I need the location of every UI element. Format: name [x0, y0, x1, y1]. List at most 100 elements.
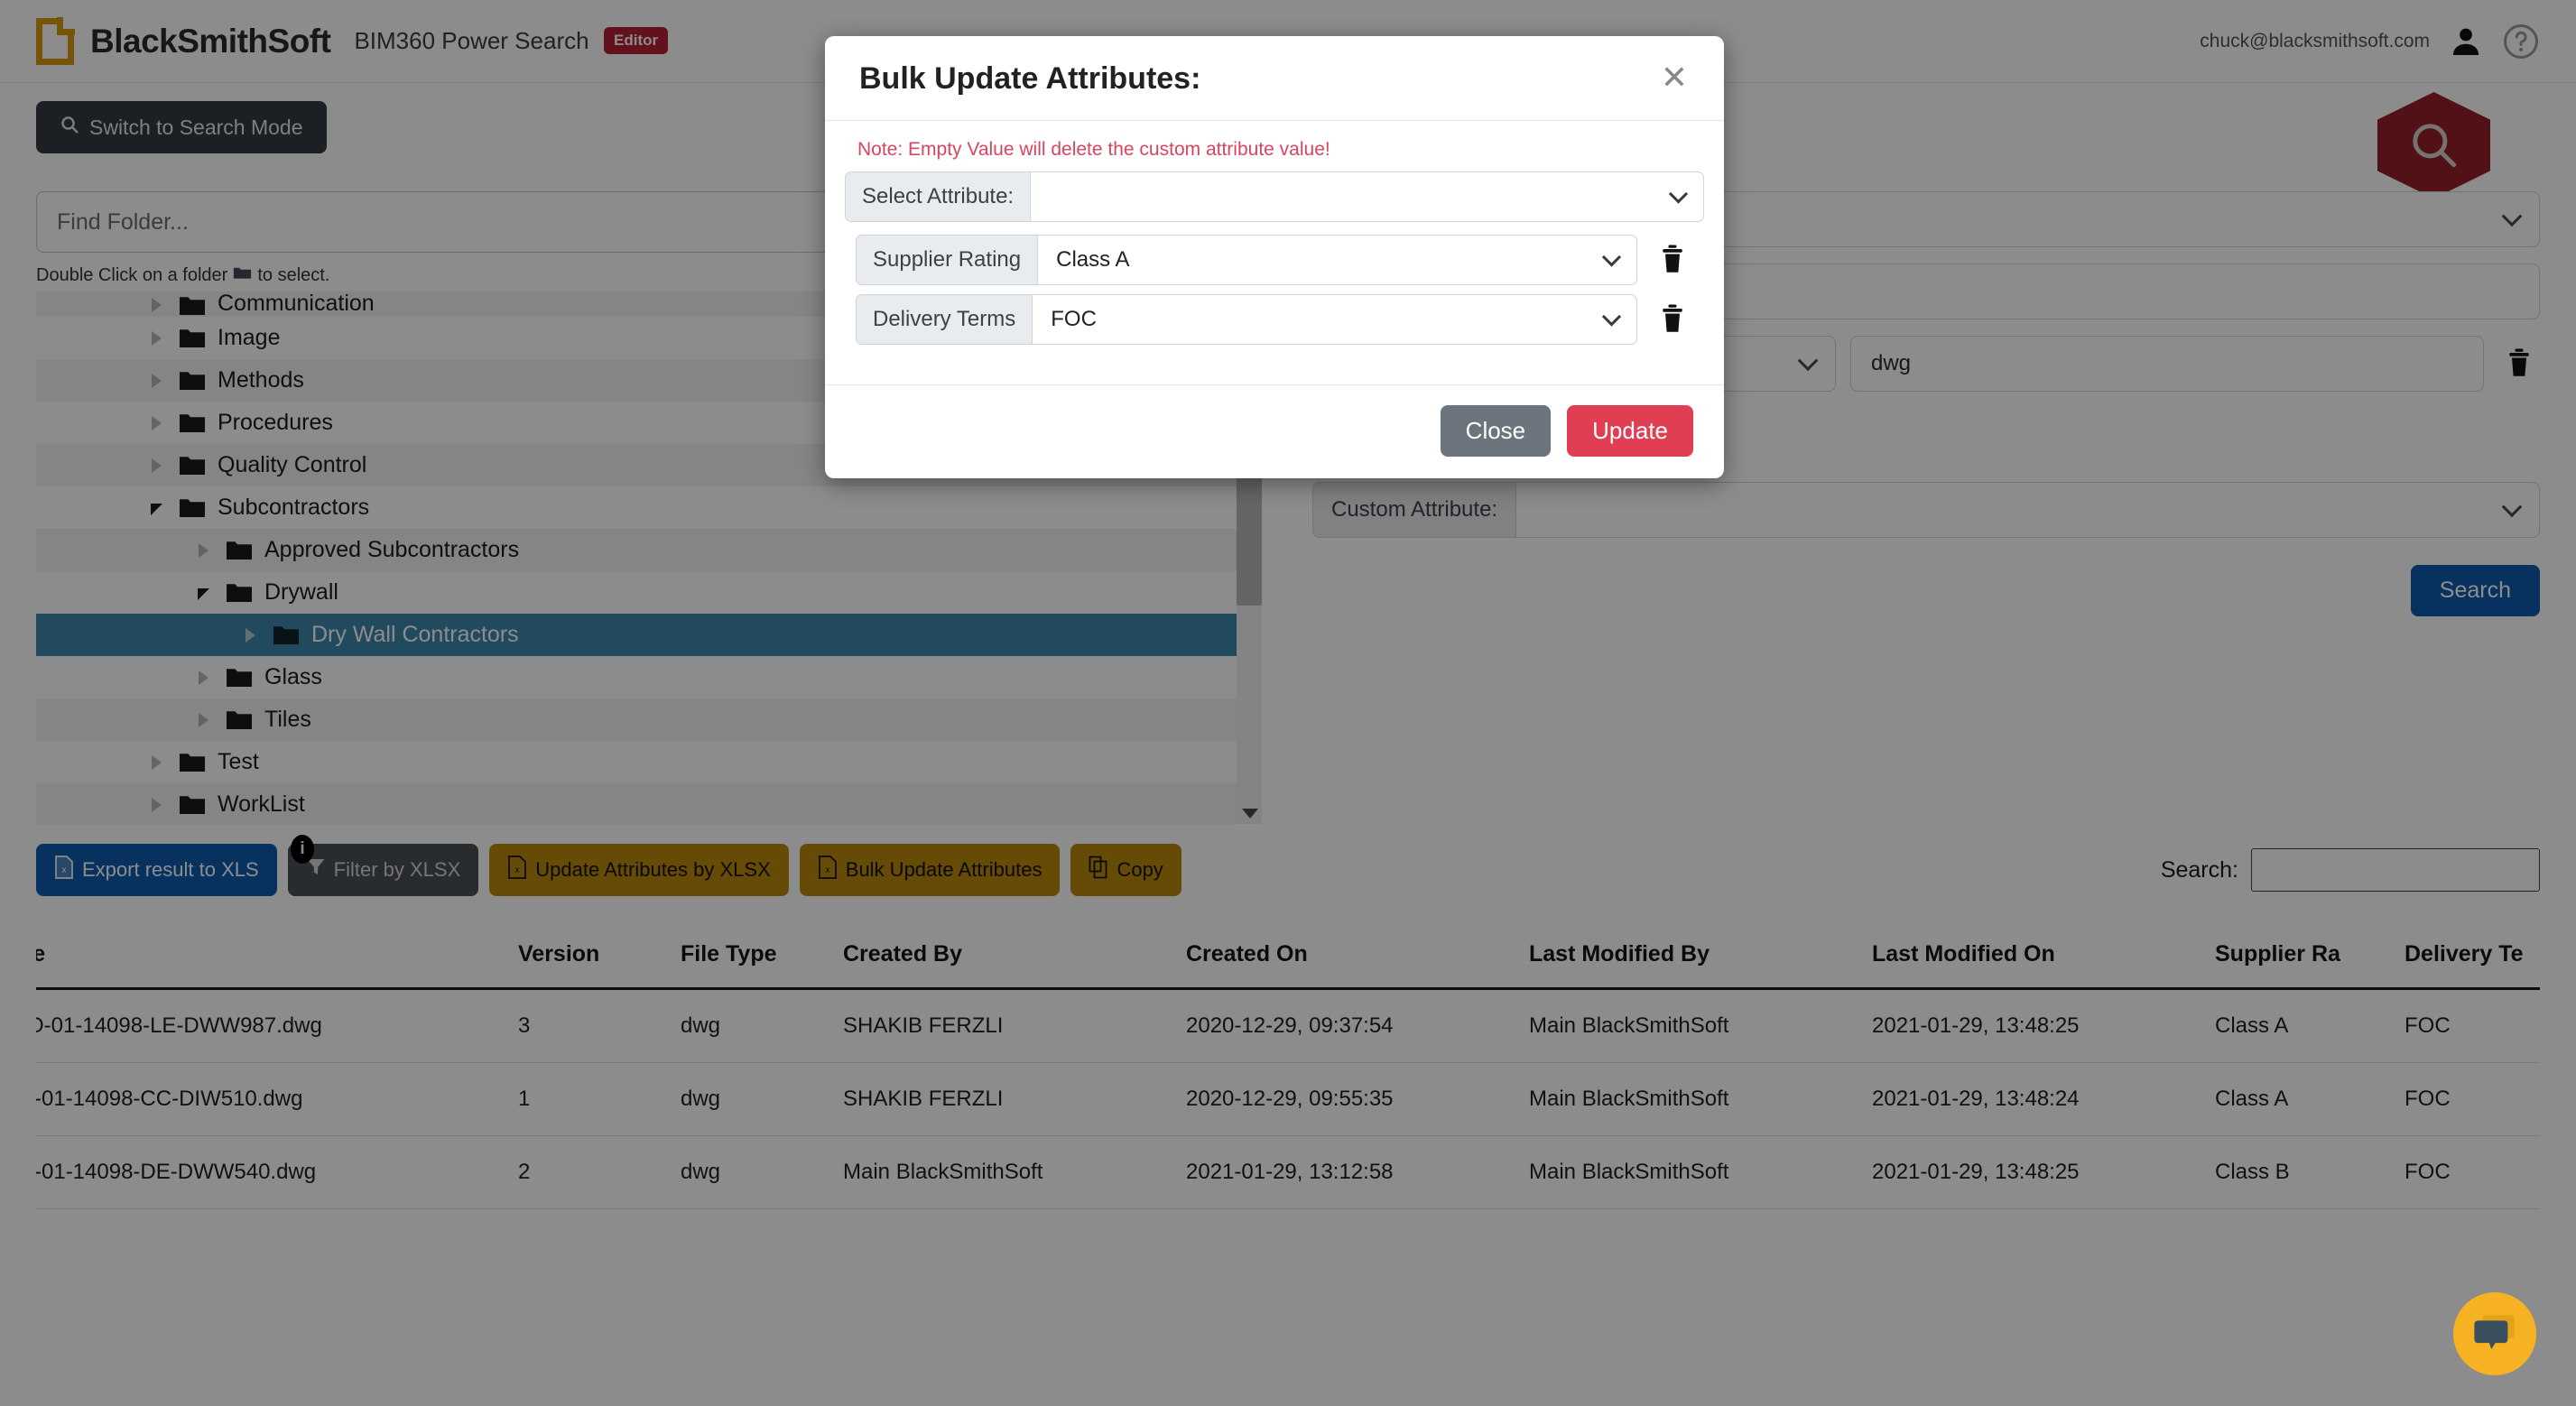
table-header-cell[interactable]: Last Modified By: [1516, 932, 1859, 989]
excel-file-icon: x: [54, 856, 74, 884]
tree-item-dry-wall-contractors[interactable]: Dry Wall Contractors: [36, 614, 1246, 656]
caret-expanded-icon[interactable]: [191, 581, 215, 605]
condition-value-input[interactable]: [1850, 336, 2484, 392]
select-attribute-group[interactable]: Select Attribute:: [845, 171, 1704, 222]
close-icon[interactable]: ✕: [1659, 61, 1690, 94]
table-row[interactable]: /C-01-14098-DE-DWW540.dwg2dwgMain BlackS…: [36, 1136, 2540, 1209]
table-header-row: meVersionFile TypeCreated ByCreated OnLa…: [36, 932, 2540, 989]
folder-icon: [179, 295, 206, 317]
switch-to-search-mode-button[interactable]: Switch to Search Mode: [36, 101, 327, 153]
caret-collapsed-icon[interactable]: [144, 412, 168, 435]
caret-collapsed-icon[interactable]: [144, 751, 168, 774]
attribute-input-group[interactable]: Supplier RatingClass A: [856, 235, 1637, 285]
table-cell-modified-by: Main BlackSmithSoft: [1516, 989, 1859, 1063]
table-header-cell[interactable]: me: [36, 932, 505, 989]
caret-collapsed-icon[interactable]: [144, 369, 168, 393]
chevron-down-icon[interactable]: [1242, 809, 1258, 819]
caret-collapsed-icon[interactable]: [191, 708, 215, 732]
folder-icon: [179, 752, 206, 773]
table-cell-created-on: 2021-01-29, 13:12:58: [1173, 1136, 1516, 1209]
table-header-cell[interactable]: Last Modified On: [1859, 932, 2202, 989]
caret-collapsed-icon[interactable]: [238, 624, 262, 647]
help-icon[interactable]: [2502, 23, 2540, 60]
table-row[interactable]: PO-01-14098-LE-DWW987.dwg3dwgSHAKIB FERZ…: [36, 989, 2540, 1063]
user-avatar-icon[interactable]: [2450, 25, 2482, 58]
delete-condition-button[interactable]: [2498, 343, 2540, 384]
attribute-value-select[interactable]: Class A: [1037, 235, 1637, 285]
caret-collapsed-icon[interactable]: [144, 793, 168, 817]
svg-text:x: x: [515, 865, 520, 875]
table-cell-version: 3: [505, 989, 668, 1063]
update-attributes-by-xlsx-button[interactable]: x Update Attributes by XLSX: [489, 844, 789, 896]
caret-collapsed-icon[interactable]: [191, 666, 215, 689]
custom-attribute-select[interactable]: [1515, 482, 2540, 538]
table-cell-created-by: SHAKIB FERZLI: [830, 989, 1173, 1063]
tree-item-approved-subcontractors[interactable]: Approved Subcontractors: [36, 529, 1246, 571]
caret-collapsed-icon[interactable]: [144, 327, 168, 350]
table-cell-modified-on: 2021-01-29, 13:48:25: [1859, 989, 2202, 1063]
attribute-value-select[interactable]: FOC: [1032, 294, 1637, 345]
svg-text:x: x: [825, 865, 829, 875]
search-icon: [60, 115, 79, 140]
trash-icon: [1659, 244, 1686, 277]
attribute-row: Delivery TermsFOC: [856, 294, 1693, 345]
tree-item-tiles[interactable]: Tiles: [36, 698, 1246, 741]
info-badge[interactable]: i: [291, 835, 314, 864]
tree-item-drywall[interactable]: Drywall: [36, 571, 1246, 614]
tree-item-label: Subcontractors: [218, 495, 369, 521]
app-title: BIM360 Power Search: [354, 27, 588, 54]
bulk-update-attributes-label: Bulk Update Attributes: [846, 858, 1042, 882]
delete-attribute-button[interactable]: [1652, 239, 1693, 281]
table-header-cell[interactable]: File Type: [668, 932, 830, 989]
brand-name: BlackSmithSoft: [90, 23, 330, 60]
modal-close-button[interactable]: Close: [1441, 405, 1551, 457]
tree-item-test[interactable]: Test: [36, 741, 1246, 783]
tree-item-subcontractors[interactable]: Subcontractors: [36, 486, 1246, 529]
table-header-cell[interactable]: Supplier Ra: [2202, 932, 2392, 989]
table-row[interactable]: /C-01-14098-CC-DIW510.dwg1dwgSHAKIB FERZ…: [36, 1063, 2540, 1136]
table-cell-file-type: dwg: [668, 1136, 830, 1209]
table-cell-created-by: SHAKIB FERZLI: [830, 1063, 1173, 1136]
bulk-update-attributes-modal: Bulk Update Attributes: ✕ Note: Empty Va…: [825, 36, 1724, 478]
export-result-to-xls-button[interactable]: x Export result to XLS: [36, 844, 277, 896]
chat-bubble-icon[interactable]: [2453, 1292, 2536, 1375]
search-button-row: Search: [1312, 565, 2540, 616]
table-cell-supplier-rating: Class B: [2202, 1136, 2392, 1209]
modal-update-button[interactable]: Update: [1567, 405, 1693, 457]
caret-collapsed-icon[interactable]: [191, 539, 215, 562]
table-cell-version: 1: [505, 1063, 668, 1136]
folder-icon: [179, 328, 206, 349]
table-header-cell[interactable]: Created On: [1173, 932, 1516, 989]
tree-item-glass[interactable]: Glass: [36, 656, 1246, 698]
table-cell-created-by: Main BlackSmithSoft: [830, 1136, 1173, 1209]
table-header-cell[interactable]: Version: [505, 932, 668, 989]
brand[interactable]: BlackSmithSoft: [36, 18, 330, 65]
caret-collapsed-icon[interactable]: [144, 454, 168, 477]
folder-icon: [226, 540, 253, 561]
trash-icon: [2506, 347, 2533, 381]
svg-text:x: x: [62, 865, 67, 875]
table-search-input[interactable]: [2251, 848, 2540, 892]
custom-attribute-group[interactable]: Custom Attribute:: [1312, 482, 2540, 538]
table-header-cell[interactable]: Created By: [830, 932, 1173, 989]
tree-hint-before: Double Click on a folder: [36, 265, 227, 286]
select-attribute-select[interactable]: [1030, 171, 1704, 222]
role-badge: Editor: [604, 27, 668, 54]
blacksmithsoft-logo-icon: [36, 18, 74, 65]
table-cell-version: 2: [505, 1136, 668, 1209]
table-cell-file-type: dwg: [668, 989, 830, 1063]
tree-item-label: Approved Subcontractors: [264, 537, 519, 563]
search-button[interactable]: Search: [2411, 565, 2540, 616]
caret-expanded-icon[interactable]: [144, 496, 168, 520]
attribute-input-group[interactable]: Delivery TermsFOC: [856, 294, 1637, 345]
filter-by-xlsx-button[interactable]: Filter by XLSX: [288, 844, 479, 896]
tree-item-worklist[interactable]: WorkList: [36, 783, 1246, 824]
caret-collapsed-icon[interactable]: [144, 293, 168, 317]
delete-attribute-button[interactable]: [1652, 299, 1693, 340]
copy-icon: [1089, 856, 1108, 884]
table-header-cell[interactable]: Delivery Te: [2392, 932, 2540, 989]
table-cell-name: PO-01-14098-LE-DWW987.dwg: [36, 989, 505, 1063]
copy-button[interactable]: Copy: [1070, 844, 1181, 896]
bulk-update-attributes-button[interactable]: x Bulk Update Attributes: [800, 844, 1061, 896]
folder-icon: [179, 412, 206, 434]
